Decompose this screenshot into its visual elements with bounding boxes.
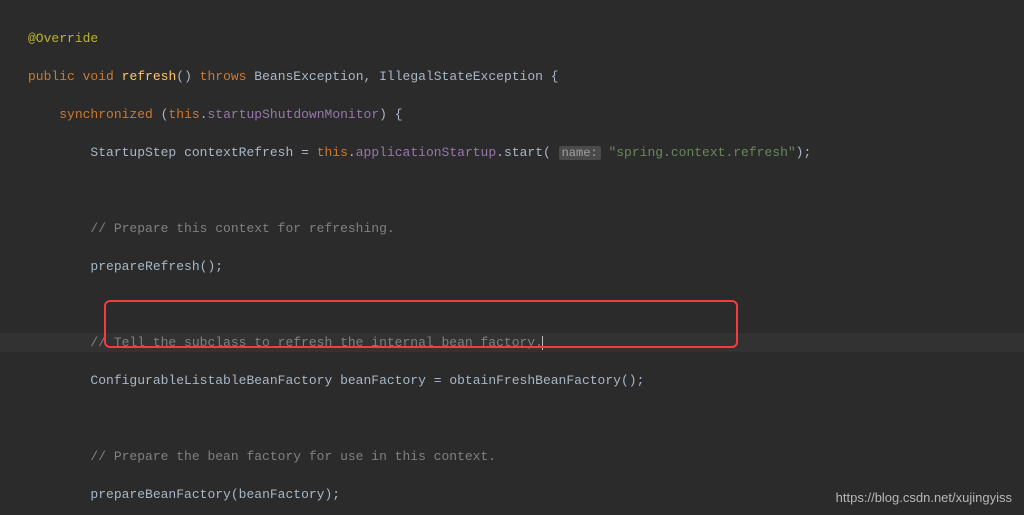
annotation: @Override: [28, 31, 98, 46]
code-line: synchronized (this.startupShutdownMonito…: [0, 105, 1024, 124]
code-line: [0, 295, 1024, 314]
code-line: @Override: [0, 29, 1024, 48]
code-line: [0, 409, 1024, 428]
method-refresh: refresh: [122, 69, 177, 84]
code-line: StartupStep contextRefresh = this.applic…: [0, 143, 1024, 162]
code-line: // Prepare the bean factory for use in t…: [0, 447, 1024, 466]
watermark-text: https://blog.csdn.net/xujingyiss: [836, 488, 1012, 507]
text-caret: [542, 336, 543, 350]
code-line: // Prepare this context for refreshing.: [0, 219, 1024, 238]
code-line: ConfigurableListableBeanFactory beanFact…: [0, 371, 1024, 390]
code-editor[interactable]: @Override public void refresh() throws B…: [0, 0, 1024, 515]
code-line: [0, 181, 1024, 200]
code-line-highlighted: // Tell the subclass to refresh the inte…: [0, 333, 1024, 352]
code-line: prepareRefresh();: [0, 257, 1024, 276]
param-hint: name:: [559, 146, 601, 160]
code-line: public void refresh() throws BeansExcept…: [0, 67, 1024, 86]
